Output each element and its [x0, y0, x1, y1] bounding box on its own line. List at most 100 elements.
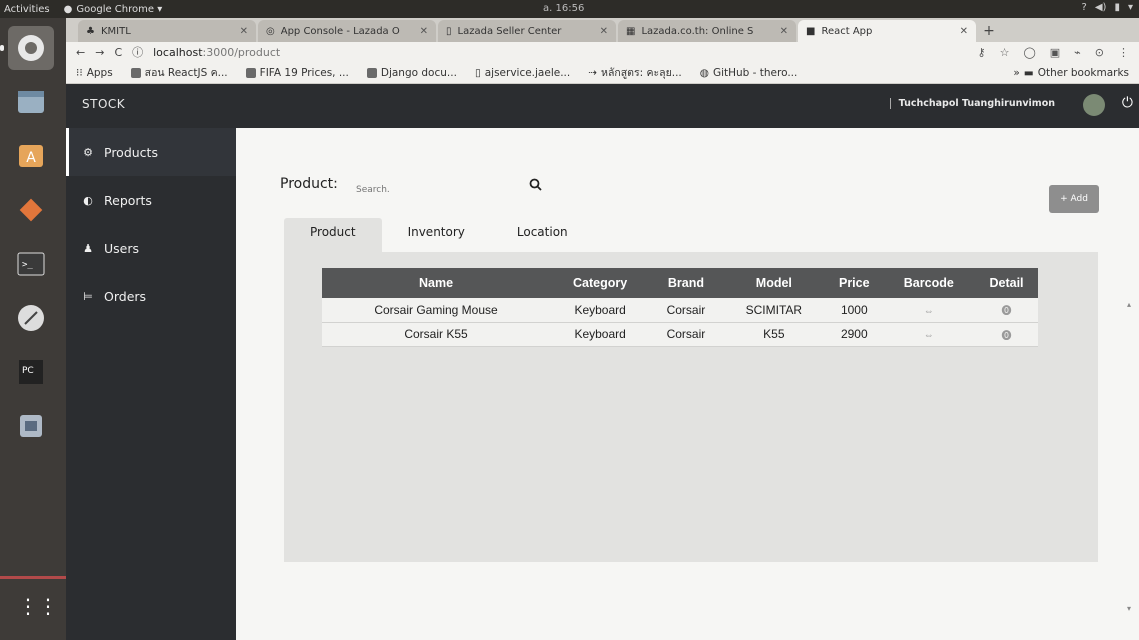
avatar[interactable] — [1083, 94, 1105, 116]
pycharm-icon[interactable]: PC — [8, 350, 54, 394]
cell-detail: ⓿ — [975, 322, 1038, 347]
forward-icon[interactable]: → — [95, 46, 104, 59]
barcode-icon[interactable]: ⇔ — [924, 306, 934, 317]
extension-icon[interactable]: ⌁ — [1074, 46, 1081, 59]
cart-icon: ⊨ — [83, 289, 93, 303]
favicon-icon: ♣ — [86, 25, 95, 37]
sidebar-item-reports[interactable]: ◐ Reports — [66, 176, 236, 224]
column-header[interactable]: Model — [721, 268, 827, 298]
reports-icon: ◐ — [83, 193, 93, 207]
extension-icon[interactable]: ⊙ — [1095, 46, 1104, 59]
apps-grid-icon: ⁝⁝ — [76, 66, 83, 79]
software-center-icon[interactable]: A — [8, 134, 54, 178]
power-icon[interactable]: ⏻ — [1122, 95, 1133, 111]
disk-icon[interactable] — [8, 404, 54, 448]
sidebar-item-users[interactable]: ♟ Users — [66, 224, 236, 272]
sidebar-item-label: Products — [104, 144, 158, 160]
close-icon[interactable]: ✕ — [600, 26, 608, 37]
cell-category: Keyboard — [550, 322, 651, 347]
app-brand[interactable]: STOCK — [82, 97, 125, 111]
tab-react-app[interactable]: ■ React App ✕ — [798, 20, 976, 42]
files-icon[interactable] — [8, 80, 54, 124]
tab-kmitl[interactable]: ♣ KMITL ✕ — [78, 20, 256, 42]
column-header[interactable]: Price — [826, 268, 883, 298]
tab-location[interactable]: Location — [491, 218, 594, 252]
column-header[interactable]: Category — [550, 268, 651, 298]
table-row[interactable]: Corsair Gaming Mouse Keyboard Corsair SC… — [322, 298, 1038, 323]
main-content: Product: + Add Product Inventory Locatio… — [236, 128, 1139, 640]
tab-product[interactable]: Product — [284, 218, 382, 252]
tab-lazada-online[interactable]: ▦ Lazada.co.th: Online S ✕ — [618, 20, 796, 42]
clock[interactable]: a. 16:56 — [543, 3, 584, 14]
svg-text:A: A — [26, 150, 36, 166]
add-product-button[interactable]: + Add — [1049, 185, 1099, 213]
close-icon[interactable]: ✕ — [780, 26, 788, 37]
extension-icon[interactable]: ◯ — [1023, 46, 1035, 59]
sidebar-item-orders[interactable]: ⊨ Orders — [66, 272, 236, 320]
bookmark-apps[interactable]: ⁝⁝ Apps — [76, 67, 113, 79]
cell-name: Corsair K55 — [322, 322, 551, 347]
user-name[interactable]: Tuchchapol Tuanghirunvimon — [889, 98, 1055, 109]
bookmark-item[interactable]: ⇢ หลักสูตร: คะลุย... — [588, 64, 682, 81]
close-icon[interactable]: ✕ — [420, 26, 428, 37]
products-icon: ⚙ — [83, 145, 93, 159]
tab-lazada-seller[interactable]: ▯ Lazada Seller Center ✕ — [438, 20, 616, 42]
volume-icon: ◀) — [1094, 2, 1107, 13]
sidebar-item-products[interactable]: ⚙ Products — [66, 128, 236, 176]
inkscape-icon[interactable] — [8, 296, 54, 340]
table-row[interactable]: Corsair K55 Keyboard Corsair K55 2900 ⇔ … — [322, 322, 1038, 347]
new-tab-button[interactable]: + — [978, 20, 1000, 42]
bookmark-item[interactable]: ◍ GitHub - thero... — [700, 67, 798, 79]
info-icon[interactable]: ⓘ — [132, 44, 143, 60]
activities-button[interactable]: Activities — [4, 4, 50, 15]
column-header[interactable]: Brand — [650, 268, 722, 298]
chrome-launcher-icon[interactable] — [8, 26, 54, 70]
search-input[interactable] — [356, 180, 516, 200]
chevron-down-icon: ▾ — [1127, 2, 1133, 13]
react-app: STOCK Tuchchapol Tuanghirunvimon ⏻ ⚙ Pro… — [66, 84, 1139, 640]
extension-icon[interactable]: ▣ — [1050, 46, 1060, 59]
column-header[interactable]: Barcode — [882, 268, 976, 298]
bookmark-item[interactable]: FIFA 19 Prices, ... — [245, 67, 349, 79]
info-icon[interactable]: ⓿ — [1002, 306, 1012, 317]
git-icon[interactable] — [8, 188, 54, 232]
barcode-icon[interactable]: ⇔ — [924, 330, 934, 341]
page-icon: ▯ — [474, 66, 481, 79]
menu-icon[interactable]: ⋮ — [1118, 46, 1129, 59]
github-icon: ◍ — [699, 66, 709, 79]
app-menu[interactable]: ● Google Chrome ▾ — [64, 4, 163, 15]
info-icon[interactable]: ⓿ — [1002, 331, 1012, 342]
address-bar[interactable]: localhost:3000/product — [153, 46, 967, 59]
cell-detail: ⓿ — [975, 298, 1038, 323]
other-bookmarks[interactable]: » ▬ Other bookmarks — [1013, 67, 1129, 79]
cell-brand: Corsair — [650, 298, 722, 323]
bookmarks-bar: ⁝⁝ Apps สอน ReactJS ค... FIFA 19 Prices, … — [66, 62, 1139, 84]
back-icon[interactable]: ← — [76, 46, 85, 59]
bookmark-item[interactable]: ▯ ajservice.jaele... — [475, 67, 570, 79]
system-tray[interactable]: ? ◀) ▮ ▾ — [1082, 2, 1133, 13]
bookmark-item[interactable]: สอน ReactJS ค... — [130, 64, 228, 81]
search-icon[interactable] — [529, 178, 542, 195]
terminal-icon[interactable]: >_ — [8, 242, 54, 286]
tab-app-console[interactable]: ◎ App Console - Lazada O ✕ — [258, 20, 436, 42]
column-header[interactable]: Detail — [975, 268, 1038, 298]
tab-inventory[interactable]: Inventory — [382, 218, 491, 252]
chrome-icon: ● — [63, 3, 73, 15]
sidebar: ⚙ Products ◐ Reports ♟ Users ⊨ Orders — [66, 128, 236, 640]
cell-barcode: ⇔ — [882, 298, 976, 323]
scroll-down-icon[interactable]: ▾ — [1127, 604, 1131, 613]
star-icon[interactable]: ☆ — [1000, 46, 1010, 59]
close-icon[interactable]: ✕ — [960, 26, 968, 37]
bookmark-item[interactable]: Django docu... — [366, 67, 457, 79]
arrow-icon: ⇢ — [588, 66, 598, 79]
column-header[interactable]: Name — [322, 268, 551, 298]
show-apps-icon[interactable]: ⋮⋮⋮ — [18, 594, 78, 624]
app-header: STOCK Tuchchapol Tuanghirunvimon ⏻ — [66, 84, 1139, 128]
reload-icon[interactable]: C — [114, 46, 122, 59]
close-icon[interactable]: ✕ — [240, 26, 248, 37]
subtabs: Product Inventory Location — [284, 218, 594, 252]
url-path: :3000/product — [202, 45, 281, 59]
app-menu-label: Google Chrome ▾ — [76, 3, 163, 15]
key-icon[interactable]: ⚷ — [978, 46, 986, 59]
scroll-up-icon[interactable]: ▴ — [1127, 300, 1131, 309]
